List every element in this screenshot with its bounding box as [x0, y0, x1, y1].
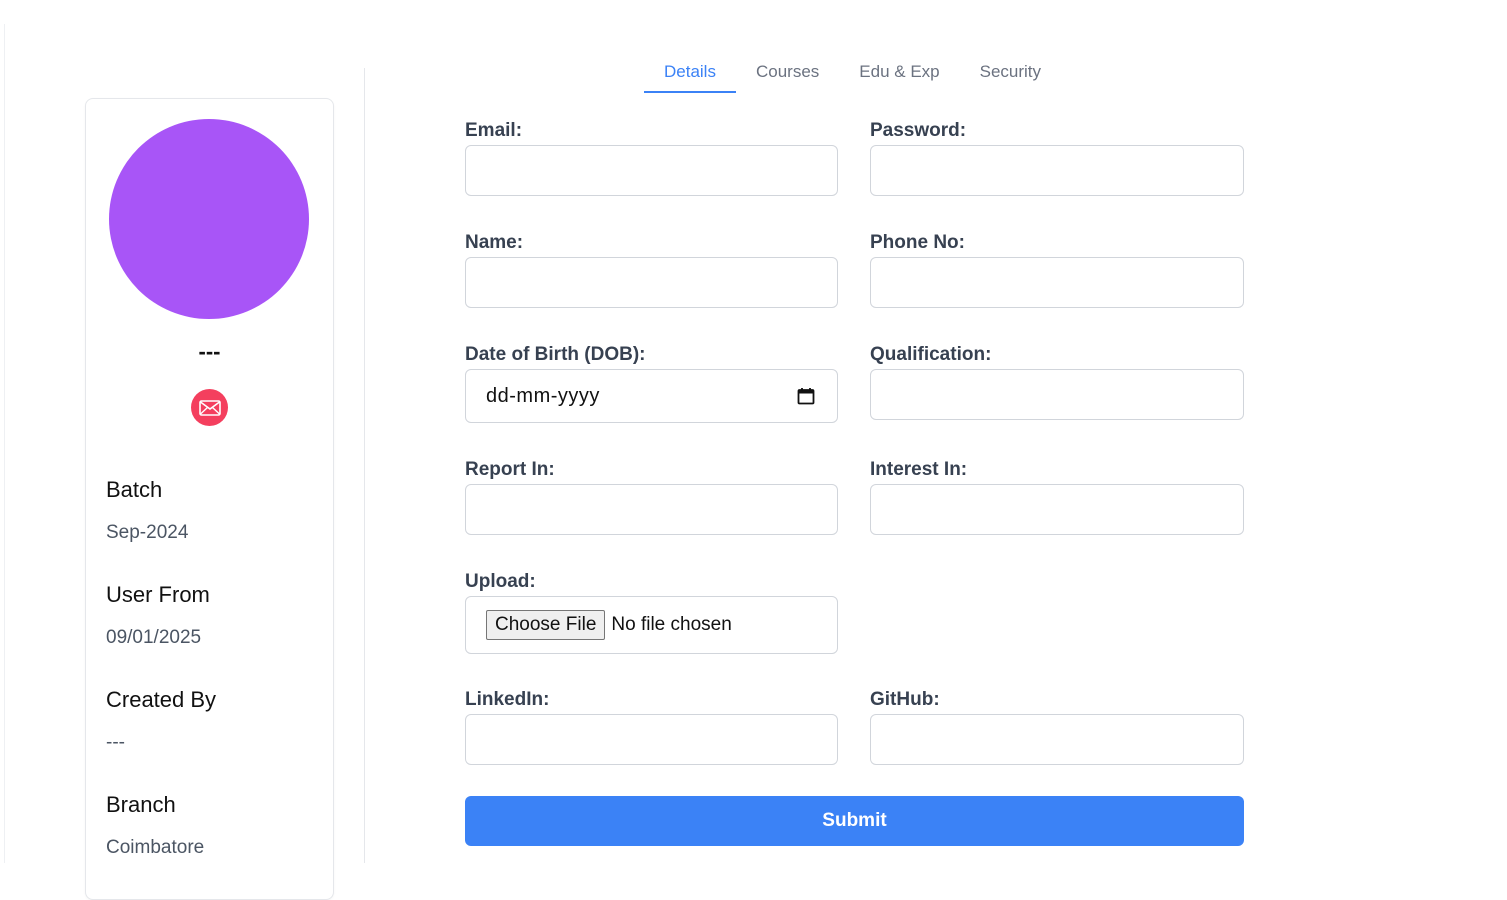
github-label: GitHub: [870, 689, 940, 710]
name-label: Name: [465, 232, 524, 253]
linkedin-label: LinkedIn: [465, 689, 550, 710]
upload-label: Upload: [465, 571, 536, 592]
info-label-batch: Batch [106, 477, 163, 502]
password-field[interactable] [870, 145, 1244, 196]
password-label: Password: [870, 120, 967, 141]
choose-file-button[interactable]: Choose File [486, 610, 606, 640]
avatar [109, 119, 309, 319]
info-label-created-by: Created By [106, 687, 217, 712]
dob-field[interactable]: dd-mm-yyyy [465, 369, 838, 423]
profile-name: --- [198, 339, 221, 364]
info-label-branch: Branch [106, 792, 176, 817]
file-status: No file chosen [611, 614, 732, 635]
dob-placeholder: dd-mm-yyyy [486, 384, 600, 407]
info-value-branch: Coimbatore [106, 837, 205, 858]
tab-details[interactable]: Details [644, 58, 736, 93]
interest-in-label: Interest In: [870, 459, 968, 480]
phone-field[interactable] [870, 257, 1244, 308]
qualification-field[interactable] [870, 369, 1244, 420]
name-field[interactable] [465, 257, 838, 308]
info-value-batch: Sep-2024 [106, 522, 189, 543]
email-label: Email: [465, 120, 523, 141]
content-divider [364, 68, 365, 863]
mail-button[interactable] [191, 389, 228, 426]
report-in-field[interactable] [465, 484, 838, 535]
info-label-user-from: User From [106, 582, 210, 607]
envelope-icon [198, 399, 221, 416]
page-edge-divider [4, 24, 5, 863]
calendar-icon[interactable] [797, 387, 815, 405]
phone-label: Phone No: [870, 232, 965, 253]
tab-courses[interactable]: Courses [736, 58, 839, 93]
submit-button[interactable]: Submit [465, 796, 1244, 846]
tab-bar: Details Courses Edu & Exp Security [644, 58, 1061, 95]
report-in-label: Report In: [465, 459, 555, 480]
tab-edu-exp[interactable]: Edu & Exp [839, 58, 959, 93]
tab-security[interactable]: Security [960, 58, 1061, 93]
info-value-user-from: 09/01/2025 [106, 627, 202, 648]
dob-label: Date of Birth (DOB): [465, 344, 646, 365]
upload-field: Choose File No file chosen [465, 596, 838, 654]
github-field[interactable] [870, 714, 1244, 765]
linkedin-field[interactable] [465, 714, 838, 765]
profile-card: --- Batch Sep-2024 User From 09/01/2025 … [85, 98, 334, 900]
info-value-created-by: --- [106, 732, 125, 753]
qualification-label: Qualification: [870, 344, 992, 365]
email-field[interactable] [465, 145, 838, 196]
interest-in-field[interactable] [870, 484, 1244, 535]
